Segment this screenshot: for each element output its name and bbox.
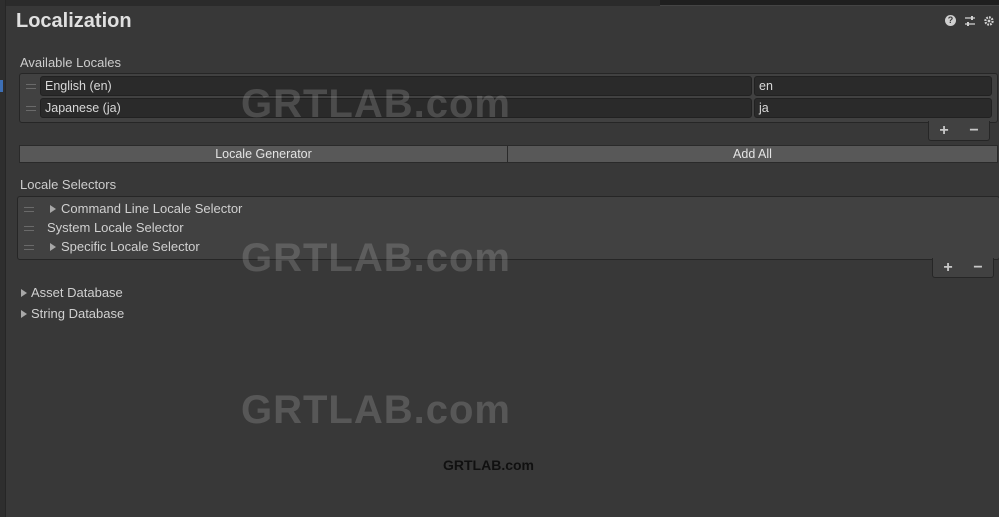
preset-sliders-icon[interactable] [963, 14, 976, 27]
expand-arrow-icon[interactable] [50, 237, 61, 256]
drag-handle-icon[interactable] [24, 245, 34, 250]
list-item[interactable]: System Locale Selector [18, 218, 999, 237]
watermark: GRTLAB.com [241, 82, 511, 126]
drag-handle-icon[interactable] [24, 207, 34, 212]
locale-code-field[interactable]: en [754, 76, 992, 96]
left-panel-edge [0, 0, 6, 517]
locale-selectors-footer: + − [932, 258, 994, 278]
remove-locale-button[interactable]: − [964, 122, 984, 138]
selection-marker [0, 80, 3, 92]
expand-arrow-icon [21, 310, 27, 318]
locale-selectors-label: Locale Selectors [20, 177, 117, 192]
selector-label: System Locale Selector [47, 220, 184, 235]
foldout-label: Asset Database [31, 285, 123, 300]
gear-icon[interactable] [982, 14, 995, 27]
drag-handle-icon[interactable] [26, 84, 36, 89]
remove-selector-button[interactable]: − [968, 259, 988, 275]
watermark: GRTLAB.com [241, 388, 511, 432]
selector-label: Command Line Locale Selector [61, 201, 243, 216]
list-item[interactable]: Command Line Locale Selector [18, 199, 999, 218]
help-icon[interactable]: ? [944, 14, 957, 27]
selector-label: Specific Locale Selector [61, 239, 200, 254]
foldout-label: String Database [31, 306, 125, 321]
add-locale-button[interactable]: + [934, 122, 954, 138]
string-database-foldout[interactable]: String Database [21, 306, 124, 321]
expand-arrow-icon [21, 289, 27, 297]
page-title: Localization [16, 10, 132, 32]
add-all-button[interactable]: Add All [507, 145, 998, 163]
header-icons: ? [944, 14, 995, 27]
locale-code-field[interactable]: ja [754, 98, 992, 118]
available-locales-footer: + − [928, 121, 990, 141]
top-search-field[interactable] [660, 0, 999, 6]
watermark: GRTLAB.com [241, 236, 511, 280]
asset-database-foldout[interactable]: Asset Database [21, 285, 123, 300]
available-locales-label: Available Locales [20, 55, 121, 70]
drag-handle-icon[interactable] [26, 106, 36, 111]
drag-handle-icon[interactable] [24, 226, 34, 231]
watermark-small: GRTLAB.com [443, 457, 534, 473]
expand-arrow-icon[interactable] [50, 199, 61, 218]
add-selector-button[interactable]: + [938, 259, 958, 275]
locale-generator-button[interactable]: Locale Generator [19, 145, 508, 163]
